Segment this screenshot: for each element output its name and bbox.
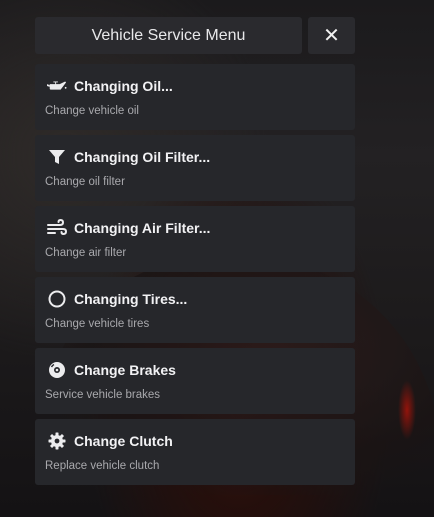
menu-item-description: Replace vehicle clutch [45, 460, 160, 472]
menu-item-change-air-filter[interactable]: Changing Air Filter... Change air filter [35, 206, 355, 272]
menu-item-label: Change Clutch [74, 433, 173, 449]
filter-icon [47, 148, 67, 166]
service-menu-list: Changing Oil... Change vehicle oil Chang… [35, 64, 355, 490]
menu-item-label: Changing Oil... [74, 78, 173, 94]
menu-item-description: Change vehicle tires [45, 318, 150, 330]
menu-item-label: Changing Air Filter... [74, 220, 211, 236]
menu-item-change-brakes[interactable]: Change Brakes Service vehicle brakes [35, 348, 355, 414]
brake-disc-icon [47, 361, 67, 379]
menu-item-label: Changing Oil Filter... [74, 149, 211, 165]
menu-item-description: Service vehicle brakes [45, 389, 161, 401]
menu-item-change-clutch[interactable]: Change Clutch Replace vehicle clutch [35, 419, 355, 485]
menu-item-change-tires[interactable]: Changing Tires... Change vehicle tires [35, 277, 355, 343]
menu-item-change-oil-filter[interactable]: Changing Oil Filter... Change oil filter [35, 135, 355, 201]
wind-icon [47, 219, 67, 237]
oil-can-icon [47, 77, 67, 95]
menu-item-description: Change vehicle oil [45, 105, 139, 117]
background-tail-light [398, 380, 416, 440]
menu-item-description: Change oil filter [45, 176, 125, 188]
gear-icon [47, 432, 67, 450]
menu-item-label: Changing Tires... [74, 291, 188, 307]
menu-item-description: Change air filter [45, 247, 127, 259]
close-button[interactable]: ✕ [308, 17, 355, 54]
menu-header: Vehicle Service Menu ✕ [35, 17, 355, 54]
menu-item-label: Change Brakes [74, 362, 176, 378]
menu-title: Vehicle Service Menu [35, 17, 302, 54]
circle-icon [47, 290, 67, 308]
menu-item-change-oil[interactable]: Changing Oil... Change vehicle oil [35, 64, 355, 130]
